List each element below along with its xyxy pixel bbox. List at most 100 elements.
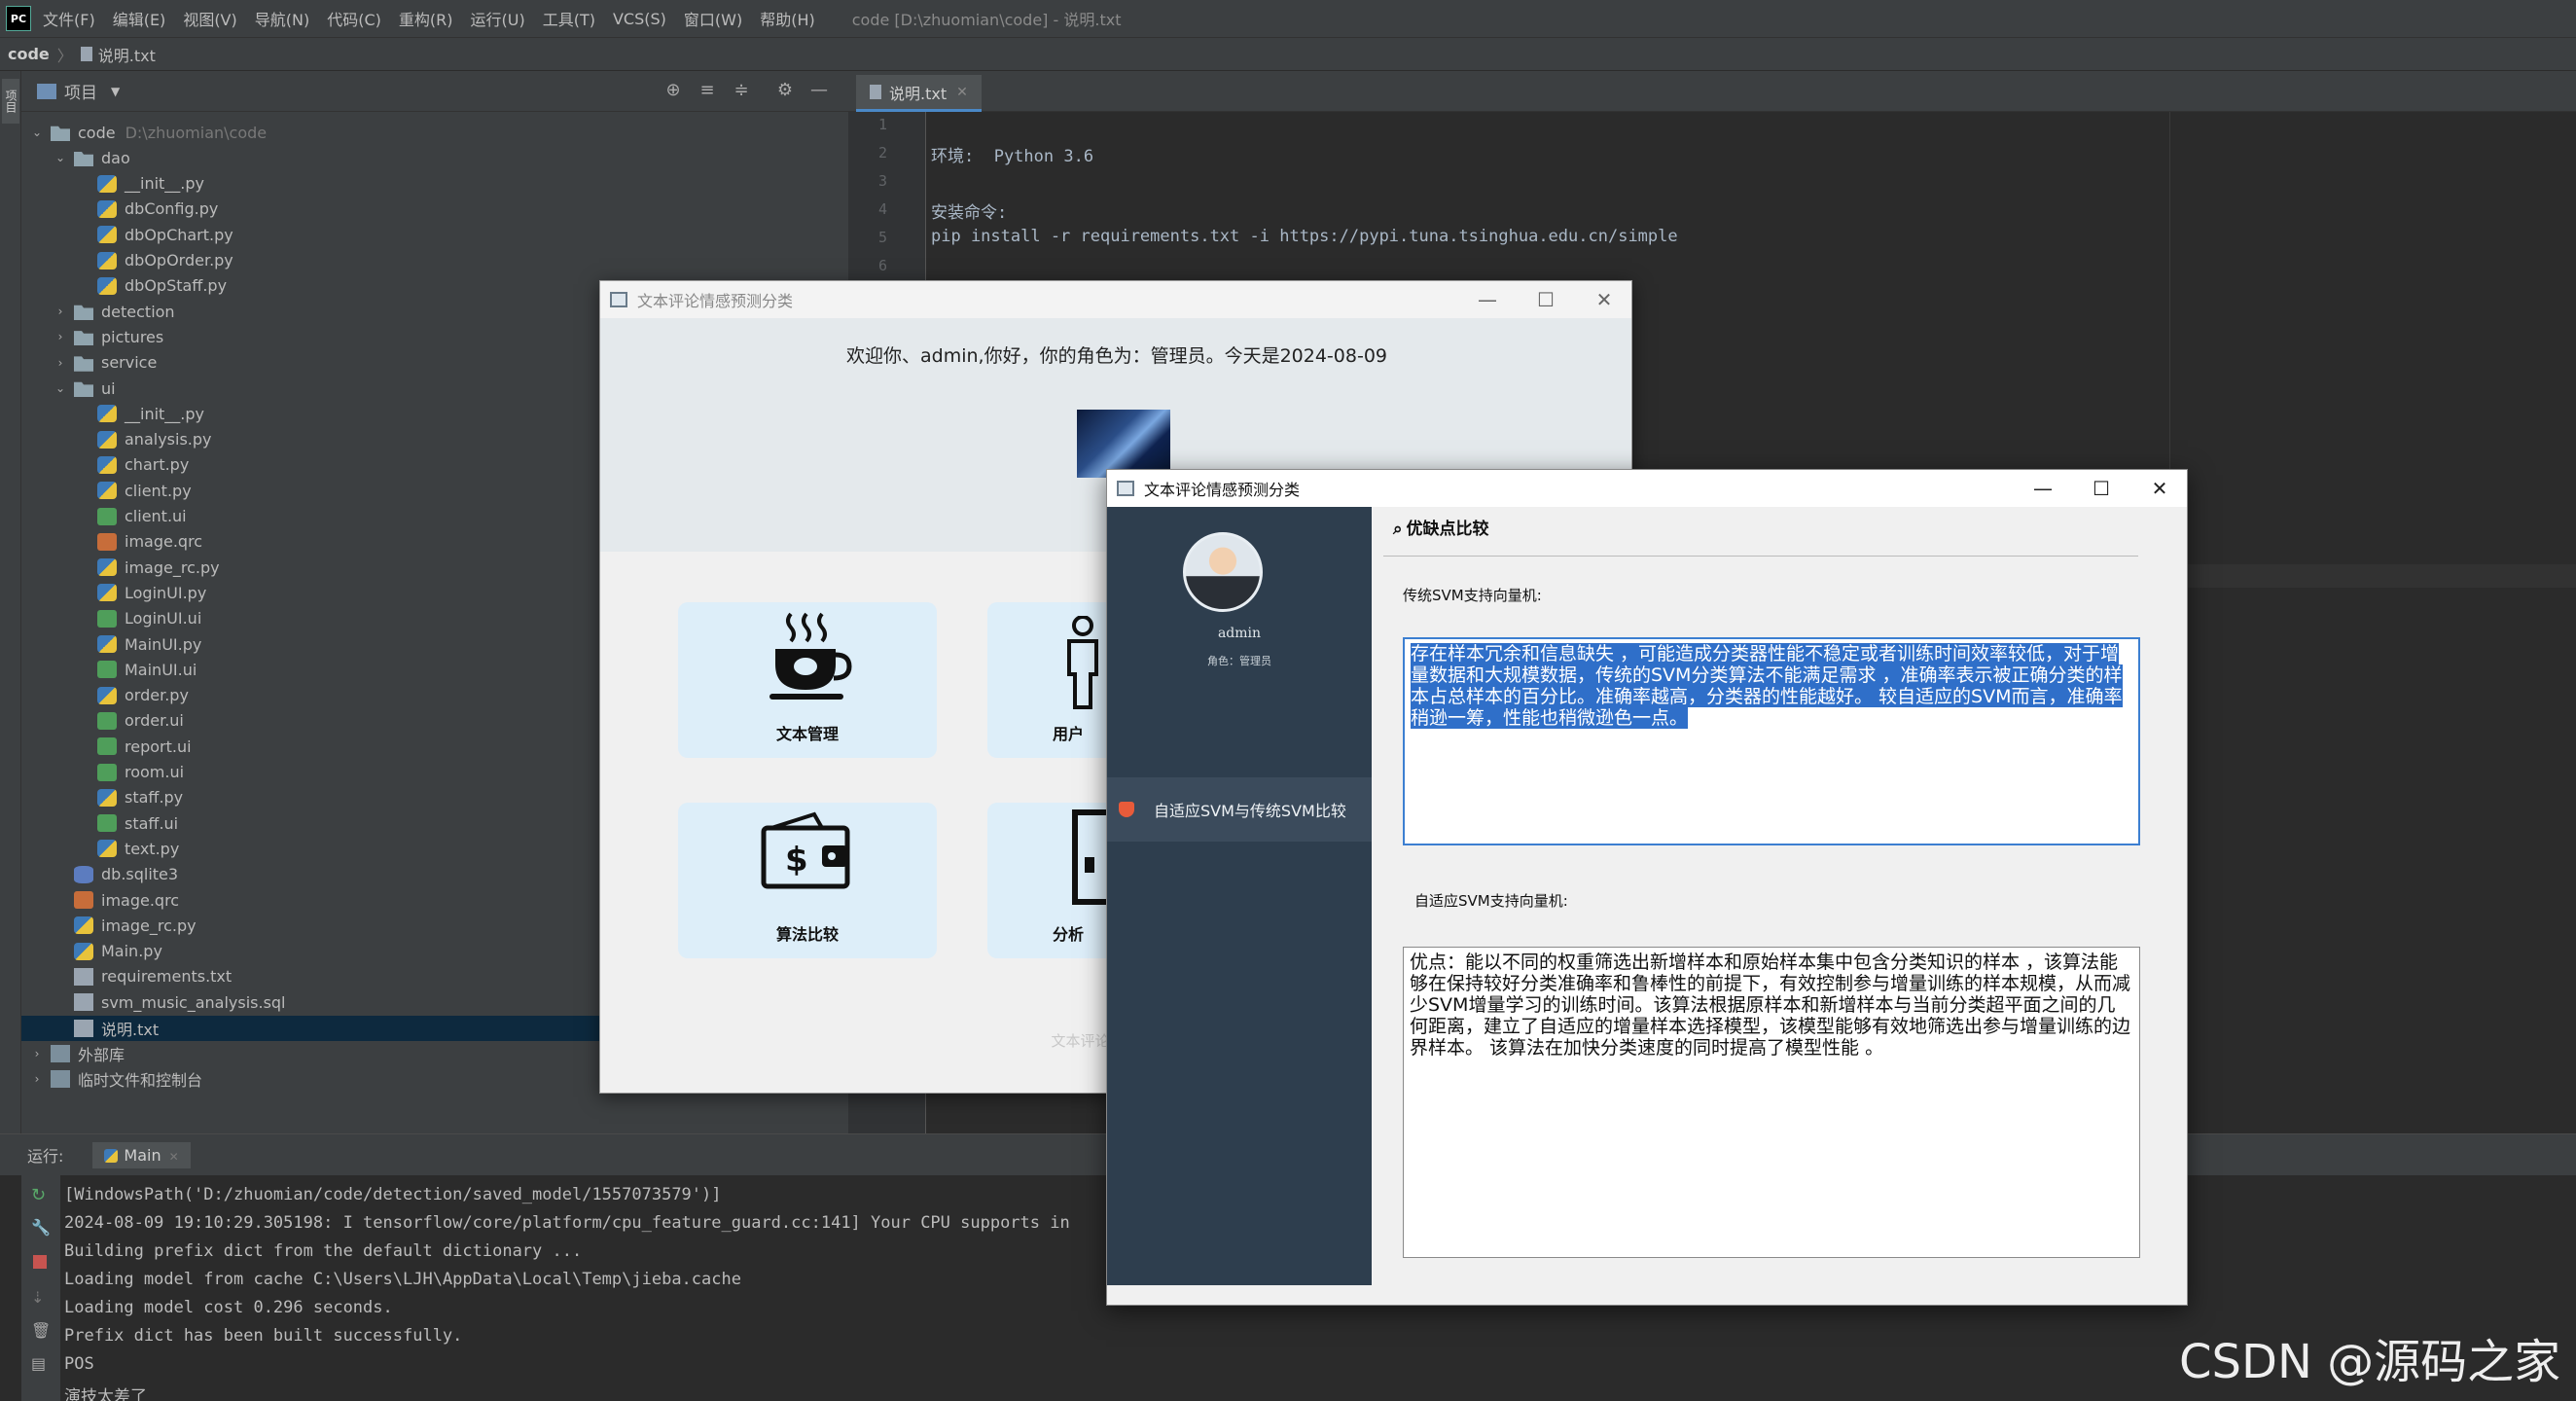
folder-file-icon xyxy=(74,356,93,372)
chevron-right-icon[interactable]: › xyxy=(53,305,68,318)
tree-item-label: dbOpChart.py xyxy=(125,225,233,244)
tree-item-label: pictures xyxy=(101,327,164,346)
search-icon: ⌕ xyxy=(1393,520,1403,539)
project-panel-title[interactable]: 项目 xyxy=(64,79,97,103)
chevron-right-icon[interactable]: › xyxy=(53,356,68,370)
tree-file[interactable]: dbOpOrder.py xyxy=(21,248,848,273)
minimize-button[interactable]: — xyxy=(2014,470,2072,507)
chevron-right-icon[interactable]: › xyxy=(53,330,68,343)
close-button[interactable]: ✕ xyxy=(1575,281,1631,318)
py-file-icon xyxy=(97,788,117,807)
tree-item-path: D:\zhuomian\code xyxy=(125,123,268,142)
menu-code[interactable]: 代码(C) xyxy=(327,7,381,30)
chevron-down-icon[interactable]: ⌄ xyxy=(53,381,68,395)
menu-refactor[interactable]: 重构(R) xyxy=(399,7,453,30)
rerun-icon[interactable]: ↻ xyxy=(31,1185,49,1205)
line-number: 2 xyxy=(877,144,887,162)
minimize-icon[interactable]: — xyxy=(809,81,829,100)
menu-run[interactable]: 运行(U) xyxy=(471,7,525,30)
tree-item-label: ui xyxy=(101,378,116,398)
run-tab-main[interactable]: Main ✕ xyxy=(92,1141,191,1168)
tree-folder[interactable]: ⌄ dao xyxy=(21,145,848,170)
comparison-window: 文本评论情感预测分类 — ☐ ✕ admin 角色：管理员 自适应SVM与传统S… xyxy=(1106,469,2188,1306)
editor-tab[interactable]: 说明.txt ✕ xyxy=(856,75,982,112)
breadcrumb-project[interactable]: code xyxy=(8,45,50,63)
chevron-down-icon[interactable]: ▼ xyxy=(111,85,120,98)
tree-item-label: dao xyxy=(101,148,130,167)
tree-item-label: 临时文件和控制台 xyxy=(78,1071,203,1091)
txt-file-icon xyxy=(74,967,93,986)
py-file-icon xyxy=(97,686,117,704)
menu-window[interactable]: 窗口(W) xyxy=(684,7,742,30)
maximize-button[interactable]: ☐ xyxy=(1517,281,1575,318)
tree-item-label: image_rc.py xyxy=(125,557,220,577)
tree-item-label: image.qrc xyxy=(125,532,203,552)
folder-file-icon xyxy=(74,381,93,397)
tree-file[interactable]: __init__.py xyxy=(21,171,848,197)
app-icon xyxy=(1117,481,1134,496)
tree-file[interactable]: dbConfig.py xyxy=(21,197,848,222)
wrench-icon[interactable]: 🔧 xyxy=(31,1218,51,1237)
tree-folder[interactable]: ⌄ code D:\zhuomian\code xyxy=(21,120,848,145)
adaptive-svm-textbox[interactable]: 优点：能以不同的权重筛选出新增样本和原始样本集中包含分类知识的样本 ，该算法能够… xyxy=(1403,947,2140,1258)
minimize-button[interactable]: — xyxy=(1458,281,1517,318)
pycharm-logo-icon: PC xyxy=(6,6,31,31)
card-label: 算法比较 xyxy=(775,925,839,944)
ui-file-icon xyxy=(97,814,117,833)
menu-edit[interactable]: 编辑(E) xyxy=(113,7,166,30)
lib-file-icon xyxy=(51,1044,70,1062)
gear-icon[interactable]: ⚙ xyxy=(775,81,795,100)
code-line: 安装命令: xyxy=(931,203,1008,223)
chevron-right-icon[interactable]: › xyxy=(29,1072,45,1086)
algorithm-compare-card[interactable]: $ 算法比较 xyxy=(678,803,937,958)
txt-file-icon xyxy=(80,47,92,61)
breadcrumb-separator: 〉 xyxy=(56,46,73,65)
menu-tools[interactable]: 工具(T) xyxy=(543,7,595,30)
banner-image xyxy=(1077,410,1170,478)
breadcrumb-file[interactable]: 说明.txt xyxy=(98,43,156,66)
project-tool-button[interactable]: 项目 xyxy=(2,79,19,124)
collapse-all-icon[interactable]: ≑ xyxy=(732,81,751,100)
menu-file[interactable]: 文件(F) xyxy=(43,7,95,30)
tree-item-label: text.py xyxy=(125,839,180,858)
run-label: 运行: xyxy=(27,1147,64,1166)
tree-item-label: 外部库 xyxy=(78,1045,125,1064)
close-button[interactable]: ✕ xyxy=(2130,470,2187,507)
ui-file-icon xyxy=(97,711,117,730)
selected-text: 存在样本冗余和信息缺失 ，可能造成分类器性能不稳定或者训练时间效率较低，对于增量… xyxy=(1411,643,2123,729)
py-file-icon xyxy=(97,226,117,244)
trash-icon[interactable]: 🗑 xyxy=(31,1321,51,1340)
scroll-to-end-icon[interactable]: ⇣ xyxy=(31,1288,49,1307)
py-file-icon xyxy=(97,199,117,218)
menu-help[interactable]: 帮助(H) xyxy=(760,7,815,30)
sidebar-item-svm-compare[interactable]: 自适应SVM与传统SVM比较 xyxy=(1107,777,1372,842)
traditional-svm-textbox[interactable]: 存在样本冗余和信息缺失 ，可能造成分类器性能不稳定或者训练时间效率较低，对于增量… xyxy=(1403,637,2140,845)
stop-icon[interactable] xyxy=(33,1255,47,1269)
python-icon xyxy=(104,1148,119,1163)
close-icon[interactable]: ✕ xyxy=(956,85,968,100)
menu-navigate[interactable]: 导航(N) xyxy=(255,7,309,30)
menu-bar: PC 文件(F) 编辑(E) 视图(V) 导航(N) 代码(C) 重构(R) 运… xyxy=(0,0,2576,37)
maximize-button[interactable]: ☐ xyxy=(2072,470,2130,507)
py-file-icon xyxy=(97,405,117,423)
tree-item-label: requirements.txt xyxy=(101,967,233,987)
py-file-icon xyxy=(97,840,117,858)
close-icon[interactable]: ✕ xyxy=(169,1150,179,1164)
console-line: Prefix dict has been built successfully. xyxy=(64,1326,463,1346)
menu-vcs[interactable]: VCS(S) xyxy=(613,10,666,28)
chevron-down-icon[interactable]: ⌄ xyxy=(29,126,45,139)
expand-all-icon[interactable]: ≡ xyxy=(698,81,717,100)
chevron-down-icon[interactable]: ⌄ xyxy=(53,151,68,164)
avatar xyxy=(1183,532,1263,612)
tree-file[interactable]: dbOpChart.py xyxy=(21,222,848,247)
py-file-icon xyxy=(97,430,117,449)
text-management-card[interactable]: 文本管理 xyxy=(678,602,937,758)
layout-icon[interactable]: ▤ xyxy=(31,1354,49,1373)
locate-icon[interactable]: ⊕ xyxy=(663,81,683,100)
chevron-right-icon[interactable]: › xyxy=(29,1047,45,1060)
folder-file-icon xyxy=(51,126,70,141)
menu-view[interactable]: 视图(V) xyxy=(183,7,236,30)
ui-file-icon xyxy=(97,763,117,781)
line-number: 4 xyxy=(877,200,887,218)
line-number: 3 xyxy=(877,172,887,190)
